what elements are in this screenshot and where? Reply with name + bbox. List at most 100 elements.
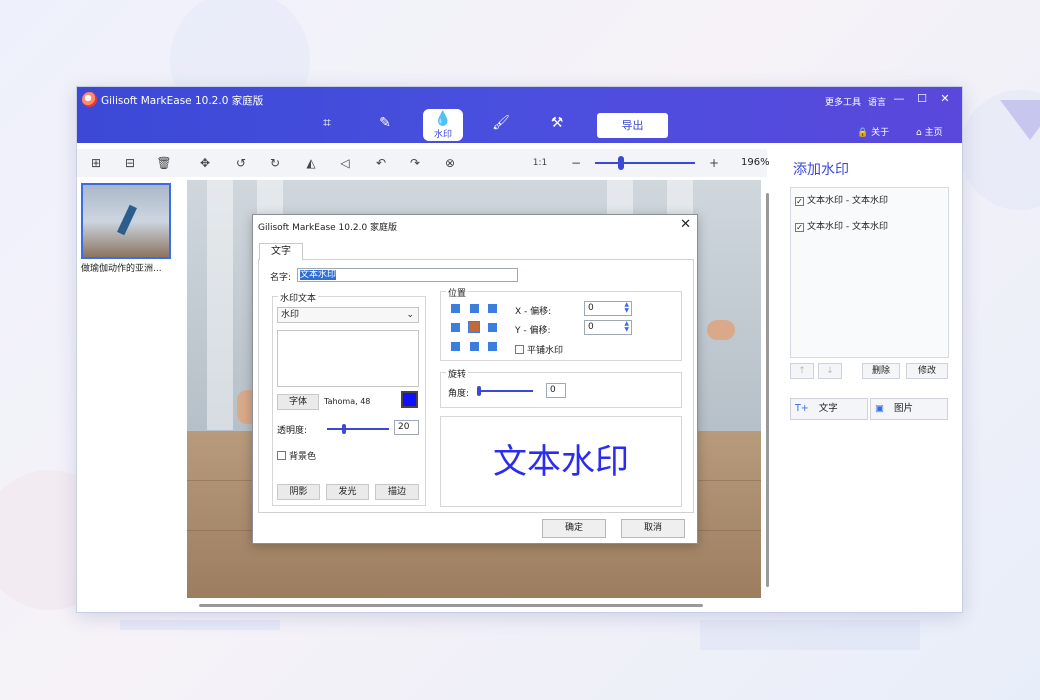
group-caption: 旋转 [446,367,469,380]
eraser-tool-icon[interactable]: ✎ [365,109,405,141]
rotate-right-icon[interactable]: ↻ [266,154,284,172]
thumbnail-list: 做瑜伽动作的亚洲... [81,183,173,279]
trash-icon[interactable]: 🗑 [155,154,173,172]
maximize-icon[interactable]: ☐ [914,91,930,107]
add-image-label: 图片 [893,403,913,414]
move-icon[interactable]: ✥ [196,154,214,172]
position-bottom-center[interactable] [470,342,479,351]
spin-arrows-icon[interactable]: ▲ ▼ [624,321,629,333]
watermark-text-area[interactable] [277,330,419,387]
move-up-icon[interactable]: ↑ [790,363,814,379]
font-color-swatch[interactable] [401,391,418,408]
about-link[interactable]: 🔒 关于 [857,125,889,138]
angle-slider-thumb[interactable] [477,386,481,396]
dialog-close-icon[interactable]: ✕ [680,217,691,232]
position-middle-left[interactable] [451,323,460,332]
brush-tool-icon[interactable]: 🖌 [481,109,521,141]
checkbox[interactable] [277,451,286,460]
close-icon[interactable]: ✕ [937,91,953,107]
rotate-left-icon[interactable]: ↺ [232,154,250,172]
language-link[interactable]: 语言 [868,95,886,108]
checkbox[interactable]: ✓ [795,223,804,232]
background-shape [1000,100,1040,140]
position-top-right[interactable] [488,304,497,313]
thumbnail-image[interactable] [81,183,171,259]
position-top-center[interactable] [470,304,479,313]
flip-horizontal-icon[interactable]: ◭ [302,154,320,172]
lock-icon: 🔒 [857,128,869,138]
more-tools-link[interactable]: 更多工具 [825,95,861,108]
group-caption: 水印文本 [278,291,319,304]
list-item[interactable]: ✓ 文本水印 - 文本水印 [791,214,948,240]
minimize-icon[interactable]: — [891,91,907,107]
zoom-percent: 196% [741,157,770,168]
zoom-slider-track[interactable] [595,162,695,164]
vertical-scrollbar[interactable] [766,193,769,587]
add-image-watermark-button[interactable]: ▣ 图片 [870,398,948,420]
remove-file-icon[interactable]: ⊟ [121,154,139,172]
zoom-slider-thumb[interactable] [618,156,624,170]
title-bar: Gilisoft MarkEase 10.2.0 家庭版 更多工具 语言 — ☐… [77,87,962,143]
name-label: 名字: [270,273,292,283]
delete-button[interactable]: 删除 [862,363,900,379]
add-file-icon[interactable]: ⊞ [87,154,105,172]
shadow-button[interactable]: 阴影 [277,484,320,500]
y-offset-value: 0 [588,322,594,332]
x-offset-input[interactable]: 0 ▲ ▼ [584,301,632,316]
zoom-out-icon[interactable]: − [567,154,585,172]
position-bottom-right[interactable] [488,342,497,351]
x-offset-label: X - 偏移: [515,307,552,317]
list-item[interactable]: ✓ 文本水印 - 文本水印 [791,188,948,214]
text-watermark-dialog: Gilisoft MarkEase 10.2.0 家庭版 ✕ 文字 名字: 文本… [252,214,698,544]
tile-label: 平铺水印 [527,346,564,356]
watermark-preview: 文本水印 [440,416,682,507]
angle-slider-track[interactable] [477,390,533,392]
y-offset-input[interactable]: 0 ▲ ▼ [584,320,632,335]
opacity-slider-thumb[interactable] [342,424,346,434]
ok-button[interactable]: 确定 [542,519,606,538]
tab-watermark[interactable]: 💧 水印 [423,109,463,141]
glow-button[interactable]: 发光 [326,484,369,500]
home-label: 主页 [924,128,943,138]
repair-tool-icon[interactable]: ⚒ [537,109,577,141]
name-input[interactable]: 文本水印 [297,268,518,282]
home-link[interactable]: ⌂ 主页 [916,125,943,138]
opacity-input[interactable]: 20 [394,420,419,435]
tile-watermark-checkbox[interactable]: 平铺水印 [515,343,563,356]
move-down-icon[interactable]: ↓ [818,363,842,379]
watermark-text-select[interactable]: 水印 ⌄ [277,307,419,323]
position-top-left[interactable] [451,304,460,313]
clear-icon[interactable]: ⊗ [441,154,459,172]
flip-vertical-icon[interactable]: ◁ [336,154,354,172]
opacity-slider-track[interactable] [327,428,389,430]
background-label: 背景色 [289,452,317,462]
position-center[interactable] [468,321,480,333]
zoom-in-icon[interactable]: + [705,154,723,172]
stroke-button[interactable]: 描边 [375,484,419,500]
font-button[interactable]: 字体 [277,394,319,410]
chevron-down-icon: ⌄ [406,310,414,320]
add-text-watermark-button[interactable]: T+ 文字 [790,398,868,420]
spin-arrows-icon[interactable]: ▲ ▼ [624,302,629,314]
name-value: 文本水印 [300,270,337,280]
background-color-checkbox[interactable]: 背景色 [277,449,316,462]
tab-watermark-label: 水印 [433,130,452,140]
angle-input[interactable]: 0 [546,383,566,398]
horizontal-scrollbar[interactable] [199,604,703,607]
position-middle-right[interactable] [488,323,497,332]
checkbox[interactable] [515,345,524,354]
crop-tool-icon[interactable]: ⌗ [307,109,347,141]
modify-button[interactable]: 修改 [906,363,948,379]
tab-text[interactable]: 文字 [259,243,303,260]
background-bar [120,620,280,630]
x-offset-value: 0 [588,303,594,313]
zoom-actual-size[interactable]: 1:1 [531,154,549,172]
checkbox[interactable]: ✓ [795,197,804,206]
position-bottom-left[interactable] [451,342,460,351]
redo-icon[interactable]: ↷ [406,154,424,172]
background-bar [700,620,920,650]
undo-icon[interactable]: ↶ [372,154,390,172]
export-button[interactable]: 导出 [597,113,668,138]
cancel-button[interactable]: 取消 [621,519,685,538]
home-icon: ⌂ [916,128,922,138]
